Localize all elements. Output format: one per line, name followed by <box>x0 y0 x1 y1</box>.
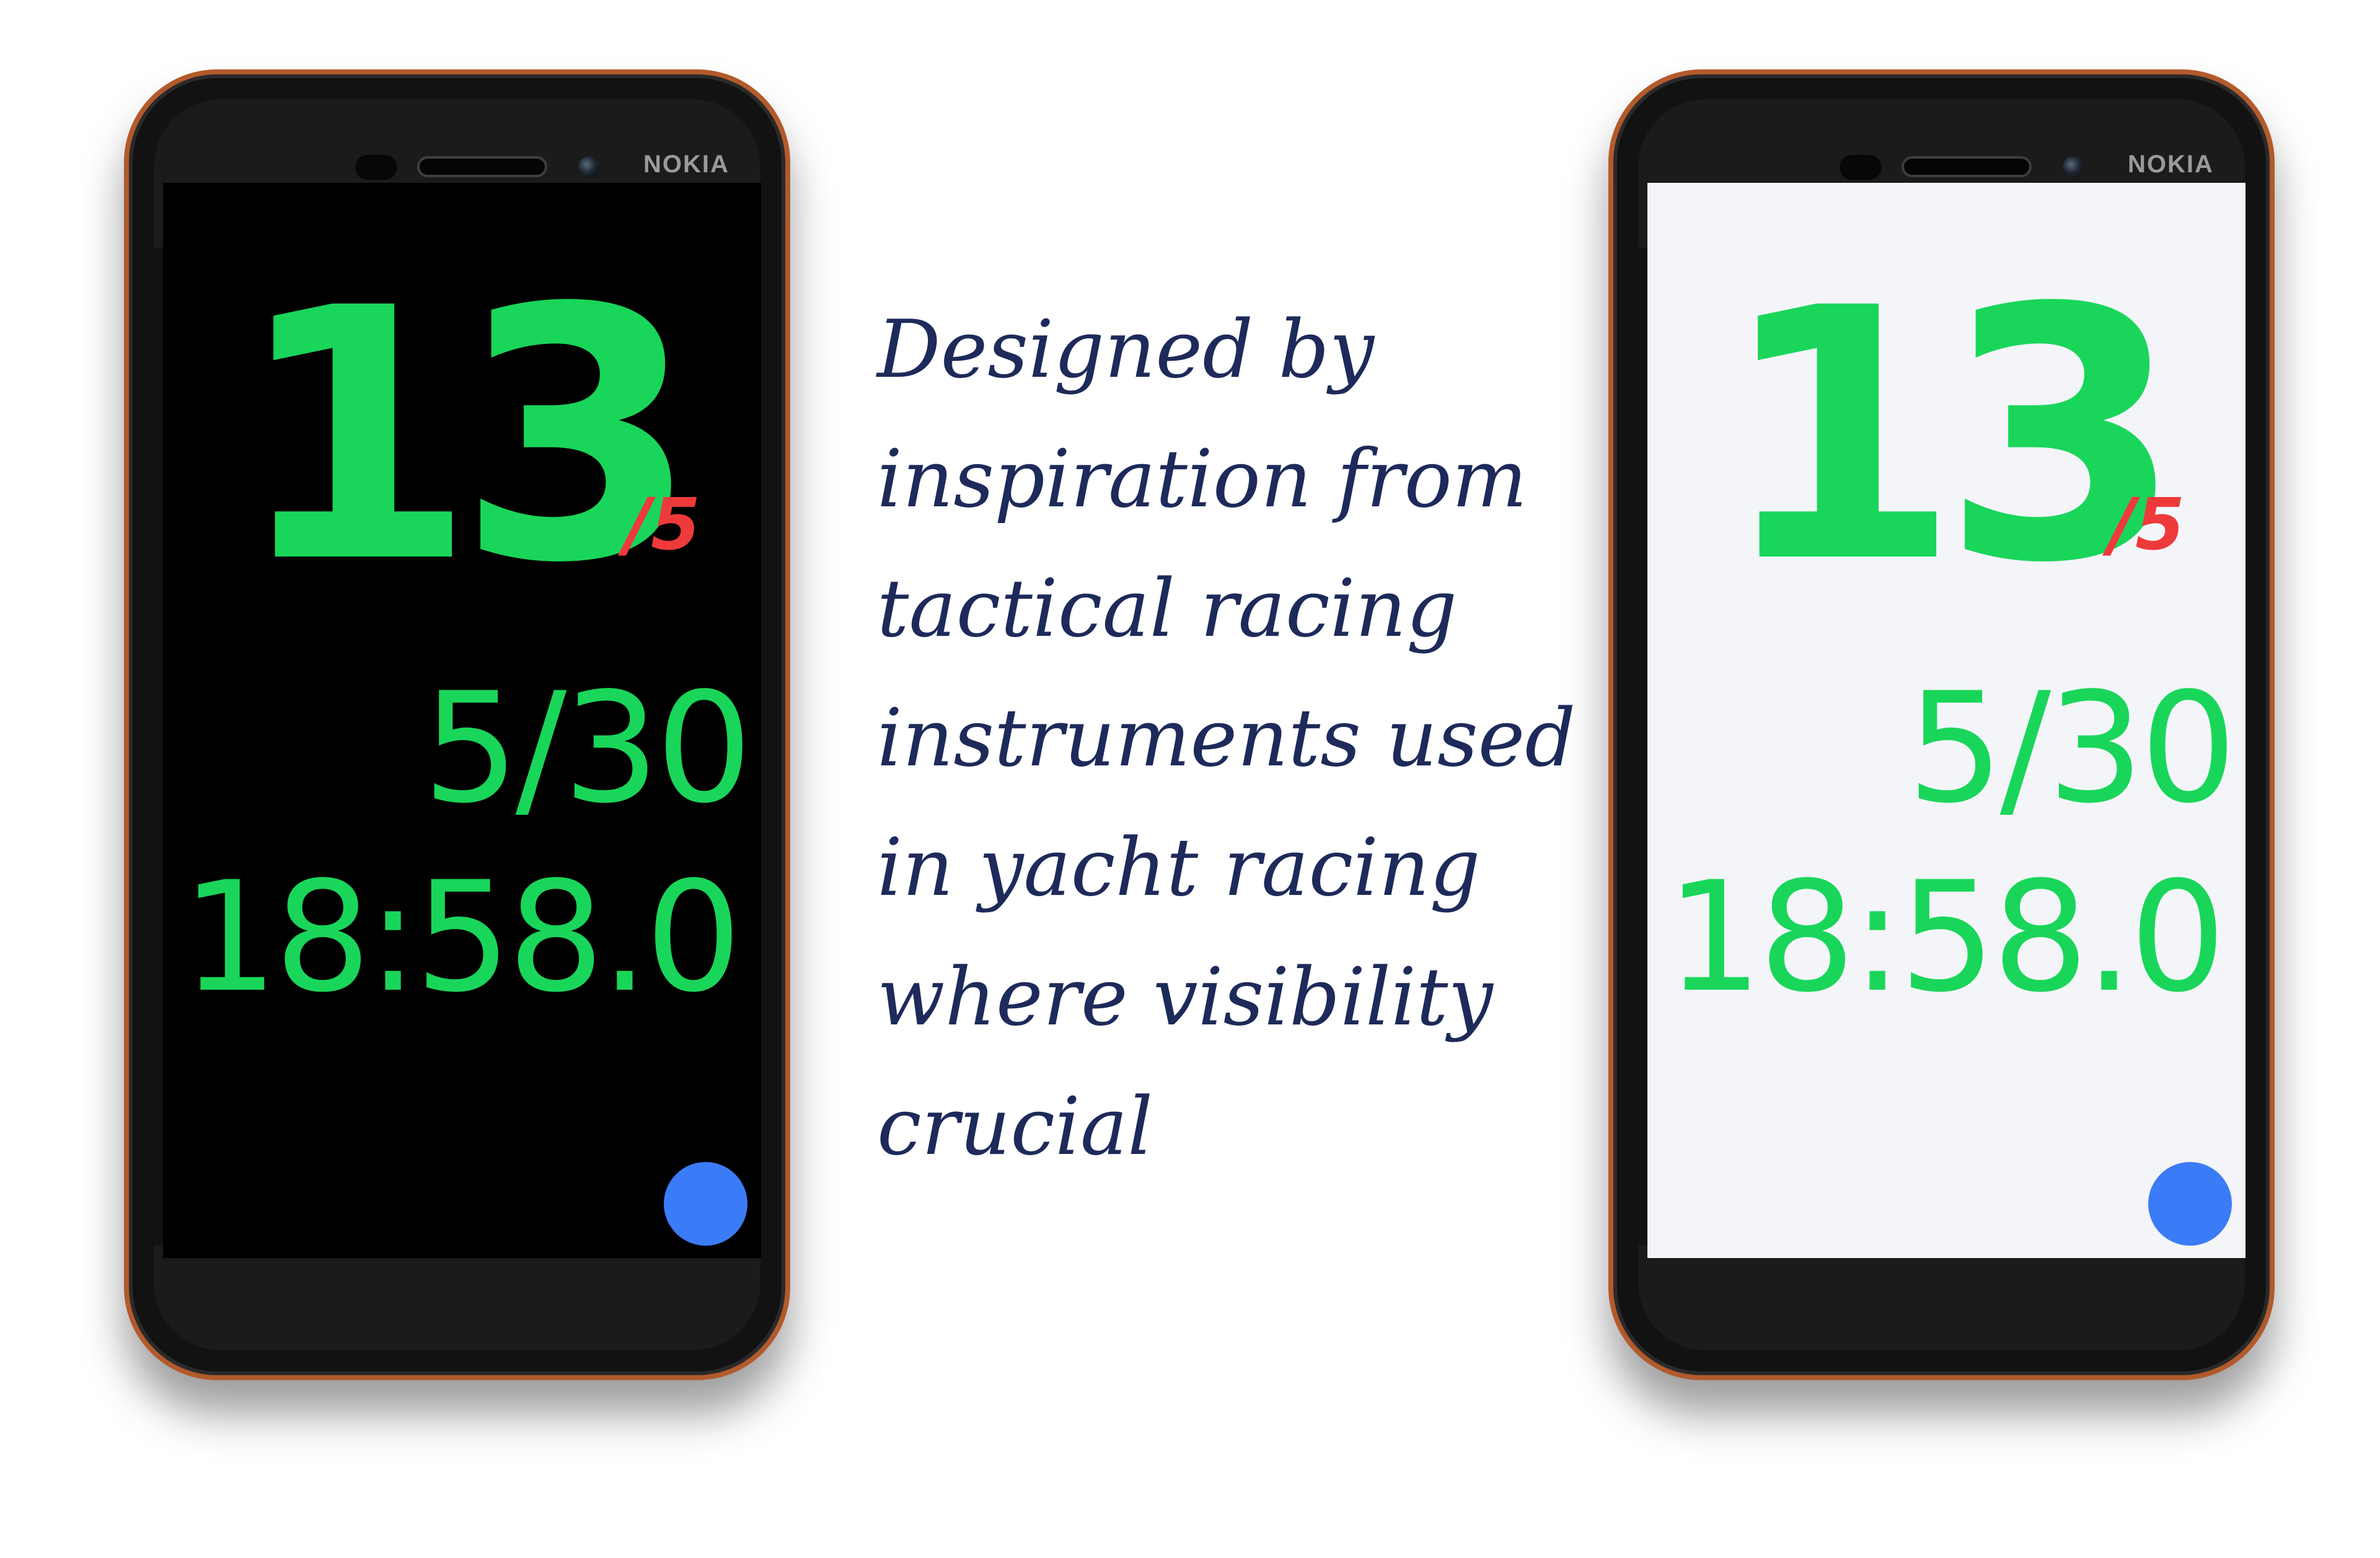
marketing-canvas: NOKIA 13 /5 5/30 18:58.0 Designed by ins… <box>0 0 2380 1558</box>
proximity-sensor-icon <box>1840 155 1882 180</box>
tagline-line: crucial <box>877 1081 1153 1173</box>
main-value: 13 <box>234 235 699 639</box>
phone-bottom-bezel <box>154 1245 760 1350</box>
count-readout: 5/30 <box>1906 660 2237 837</box>
front-camera-icon <box>2063 156 2084 177</box>
tagline-line: Designed by <box>877 304 1374 396</box>
phone-brand-logo: NOKIA <box>643 151 729 178</box>
timer-readout: 18:58.0 <box>1666 849 2226 1026</box>
phone-brand-logo: NOKIA <box>2128 151 2214 178</box>
screen-light: 13 /5 5/30 18:58.0 <box>1647 183 2246 1258</box>
earpiece-speaker-icon <box>1902 156 2032 177</box>
phone-dark-theme: NOKIA 13 /5 5/30 18:58.0 <box>124 69 790 1380</box>
front-camera-icon <box>578 156 599 177</box>
floating-action-button[interactable] <box>664 1162 747 1246</box>
count-readout: 5/30 <box>422 660 752 837</box>
tagline-line: tactical racing <box>877 563 1457 655</box>
tagline-line: instruments used <box>877 692 1576 785</box>
timer-readout: 18:58.0 <box>182 849 742 1026</box>
screen-dark: 13 /5 5/30 18:58.0 <box>163 183 761 1258</box>
main-suffix: /5 <box>2109 483 2185 566</box>
phone-light-theme: NOKIA 13 /5 5/30 18:58.0 <box>1608 69 2275 1380</box>
tagline-line: in yacht racing <box>877 822 1481 914</box>
phone-bottom-bezel <box>1638 1245 2245 1350</box>
main-value: 13 <box>1719 235 2183 639</box>
earpiece-speaker-icon <box>417 156 547 177</box>
main-suffix: /5 <box>625 483 701 566</box>
tagline: Designed by inspiration from tactical ra… <box>877 285 1576 1192</box>
tagline-line: where visibility <box>877 951 1493 1044</box>
floating-action-button[interactable] <box>2148 1162 2232 1246</box>
proximity-sensor-icon <box>355 155 397 180</box>
tagline-line: inspiration from <box>877 433 1527 526</box>
